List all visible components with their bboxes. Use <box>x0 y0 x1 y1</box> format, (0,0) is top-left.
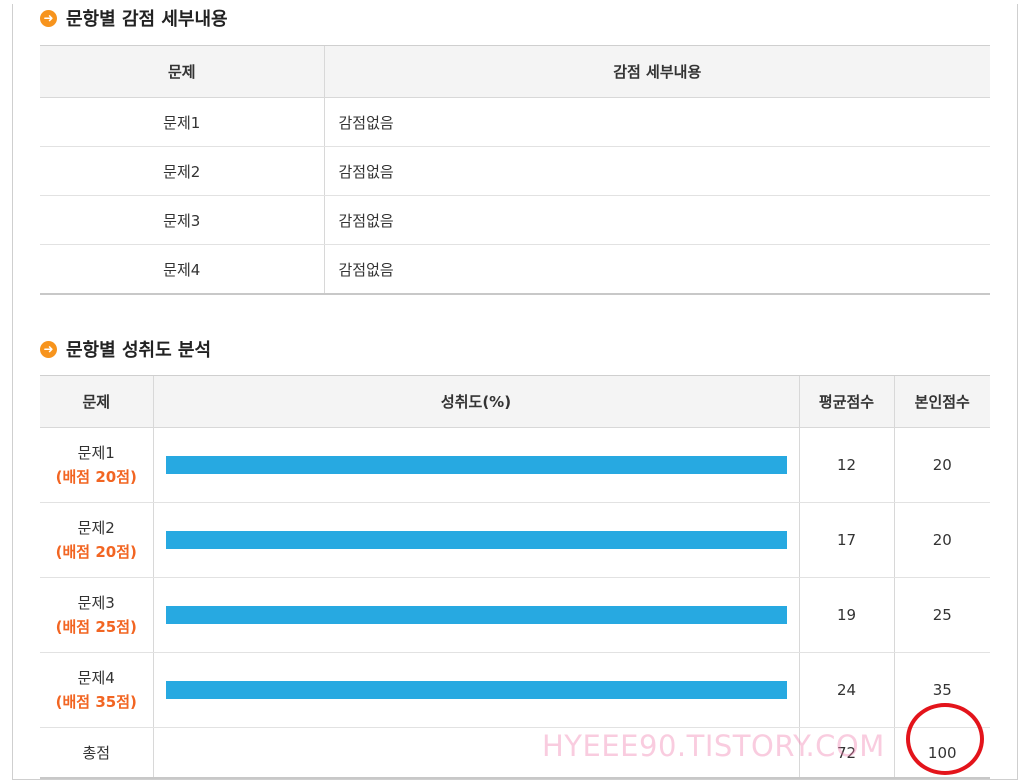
achievement-cell <box>152 577 799 653</box>
row-points: (배점 20점) <box>55 543 137 561</box>
table-row: 문제2 감점없음 <box>40 146 990 196</box>
header-average-score: 평균점수 <box>798 375 894 428</box>
achievement-cell <box>152 652 799 728</box>
row-question-cell: 문제3 (배점 25점) <box>40 577 153 653</box>
row-score: 25 <box>893 577 990 653</box>
header-question: 문제 <box>40 45 324 98</box>
analysis-table: 문제 성취도(%) 평균점수 본인점수 문제1 (배점 20점) 12 20 문… <box>40 375 990 779</box>
table-row: 문제3 (배점 25점) 19 25 <box>40 577 990 653</box>
row-points: (배점 25점) <box>55 618 137 636</box>
header-deduction-detail: 감점 세부내용 <box>323 45 990 98</box>
header-question: 문제 <box>40 375 153 428</box>
row-detail: 감점없음 <box>323 97 990 147</box>
row-question: 문제4 <box>40 244 324 295</box>
row-detail: 감점없음 <box>323 146 990 196</box>
row-question-cell: 문제2 (배점 20점) <box>40 502 153 578</box>
table-row: 문제4 감점없음 <box>40 244 990 295</box>
header-achievement: 성취도(%) <box>152 375 799 428</box>
table-row: 문제4 (배점 35점) 24 35 <box>40 652 990 728</box>
table-row: 문제1 (배점 20점) 12 20 <box>40 427 990 503</box>
row-question-cell: 문제4 (배점 35점) <box>40 652 153 728</box>
deduction-table-header: 문제 감점 세부내용 <box>40 45 990 98</box>
achievement-bar <box>165 606 787 624</box>
table-row: 문제1 감점없음 <box>40 97 990 147</box>
row-detail: 감점없음 <box>323 244 990 295</box>
achievement-bar-fill <box>165 531 787 549</box>
row-average: 17 <box>798 502 894 578</box>
table-row: 문제2 (배점 20점) 17 20 <box>40 502 990 578</box>
row-question: 문제3 <box>77 594 115 612</box>
row-score: 20 <box>893 427 990 503</box>
arrow-right-icon: ➜ <box>40 9 57 27</box>
table-row: 문제3 감점없음 <box>40 195 990 245</box>
analysis-title-text: 문항별 성취도 분석 <box>66 340 212 361</box>
achievement-bar-fill <box>165 681 787 699</box>
analysis-section-title: ➜ 문항별 성취도 분석 <box>40 337 211 361</box>
row-average: 19 <box>798 577 894 653</box>
row-question-cell: 문제1 (배점 20점) <box>40 427 153 503</box>
row-average: 12 <box>798 427 894 503</box>
deduction-table: 문제 감점 세부내용 문제1 감점없음 문제2 감점없음 문제3 감점없음 문제… <box>40 45 990 295</box>
row-question: 문제1 <box>40 97 324 147</box>
achievement-bar-fill <box>165 456 787 474</box>
achievement-cell <box>152 427 799 503</box>
watermark-text: HYEEE90.TISTORY.COM <box>542 729 885 763</box>
deduction-section-title: ➜ 문항별 감점 세부내용 <box>40 6 228 30</box>
row-average: 24 <box>798 652 894 728</box>
row-question: 문제1 <box>77 444 115 462</box>
achievement-cell <box>152 502 799 578</box>
achievement-bar <box>165 681 787 699</box>
achievement-bar <box>165 531 787 549</box>
row-score: 20 <box>893 502 990 578</box>
achievement-bar <box>165 456 787 474</box>
highlight-circle <box>906 703 984 775</box>
row-question: 문제3 <box>40 195 324 245</box>
arrow-right-icon: ➜ <box>40 340 57 358</box>
header-my-score: 본인점수 <box>893 375 990 428</box>
analysis-table-header: 문제 성취도(%) 평균점수 본인점수 <box>40 375 990 428</box>
row-question: 문제2 <box>40 146 324 196</box>
row-question: 문제2 <box>77 519 115 537</box>
total-label: 총점 <box>40 727 153 779</box>
row-detail: 감점없음 <box>323 195 990 245</box>
achievement-bar-fill <box>165 606 787 624</box>
row-points: (배점 20점) <box>55 468 137 486</box>
row-question: 문제4 <box>77 669 115 687</box>
row-points: (배점 35점) <box>55 693 137 711</box>
deduction-title-text: 문항별 감점 세부내용 <box>66 9 228 30</box>
